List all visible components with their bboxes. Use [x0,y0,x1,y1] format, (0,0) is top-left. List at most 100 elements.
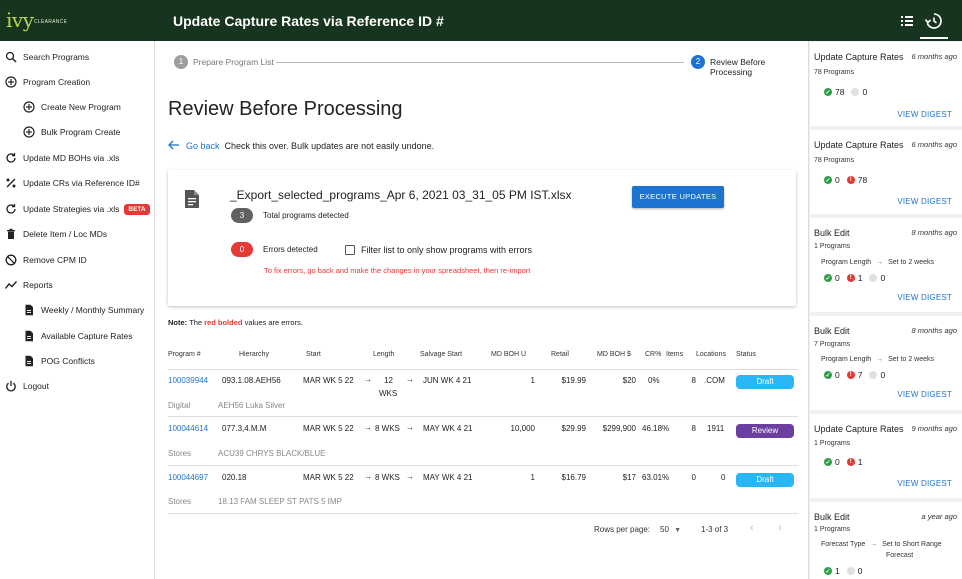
prev-page-icon[interactable]: ‹ [750,522,754,534]
error-icon: ! [846,458,855,466]
digest-time: 6 months ago [911,140,957,149]
md-boh-dollar-cell: $299,900 [602,424,636,433]
sidebar-item-label: Delete Item / Loc MDs [23,229,108,239]
col-header-cr-percent[interactable]: CR% [645,351,661,358]
digest-title: Update Capture Rates [814,140,904,150]
next-page-icon[interactable]: › [778,522,782,534]
rows-per-page-select[interactable]: 50 ▼ [660,525,681,534]
success-icon: ✓ [824,458,832,466]
program-id-link[interactable]: 100044697 [168,473,208,482]
error-count: 1 [857,457,863,467]
percent-icon [5,177,17,189]
ivy-clearance-logo[interactable]: ivy CLEARANCE [6,6,86,34]
sidebar-item-search-programs[interactable]: Search Programs [0,47,155,67]
length-cell: 8 WKS [375,424,400,433]
sidebar-item-label: Search Programs [23,52,90,62]
col-header-program[interactable]: Program # [168,351,201,358]
sidebar-item-label: Update MD BOHs via .xls [23,153,120,163]
digest-time: 8 months ago [911,326,957,335]
filter-errors-checkbox[interactable] [345,245,355,255]
arrow-right-icon: → [876,356,884,363]
execute-updates-button[interactable]: EXECUTE UPDATES [632,186,724,208]
page-title-bar: Update Capture Rates via Reference ID # [173,13,444,29]
list-icon[interactable] [896,10,918,32]
table-divider [168,416,798,417]
block-icon [5,254,17,266]
sidebar-item-remove-cpm-id[interactable]: Remove CPM ID [0,250,155,270]
sidebar-item-label: Update Strategies via .xls [23,204,120,214]
digest-program-count: 1 Programs [814,526,851,533]
length-unit-cell: WKS [379,389,398,398]
page-title: Review Before Processing [168,98,403,120]
col-header-md-boh-dollar[interactable]: MD BOH $ [597,351,631,358]
program-id-link[interactable]: 100044614 [168,424,208,433]
skipped-count: 0 [862,87,868,97]
start-cell: MAR WK 5 22 [303,424,354,433]
col-header-items[interactable]: Items [666,351,683,358]
logo-text: ivy [6,8,34,32]
arrow-right-icon: → [364,375,372,384]
sidebar-item-label: Remove CPM ID [23,255,87,265]
sidebar-item-program-creation[interactable]: Program Creation [0,72,155,92]
col-header-retail[interactable]: Retail [551,351,569,358]
view-digest-link[interactable]: VIEW DIGEST [897,479,952,488]
digest-card: Update Capture Rates 6 months ago 78 Pro… [810,130,962,214]
sidebar-item-update-strategies[interactable]: Update Strategies via .xls BETA [0,199,155,219]
document-icon [23,330,35,342]
sidebar-item-bulk-program-create[interactable]: Bulk Program Create [0,122,155,142]
arrow-back-icon[interactable] [168,140,180,152]
fix-errors-message: To fix errors, go back and make the chan… [264,266,531,275]
sidebar-item-reports[interactable]: Reports [0,275,155,295]
sidebar-item-weekly-monthly-summary[interactable]: Weekly / Monthly Summary [0,300,155,320]
digest-detail: Program Length → Set to 2 weeks [821,356,934,363]
skipped-count: 0 [880,273,886,283]
salvage-start-cell: MAY WK 4 21 [423,424,473,433]
sidebar-item-available-capture-rates[interactable]: Available Capture Rates [0,326,155,346]
stepper: 1 Prepare Program List 2 Review Before P… [172,55,802,77]
error-count-badge: 0 [231,242,253,257]
status-pill-review[interactable]: Review [736,424,794,438]
error-count: 78 [857,175,868,185]
col-header-md-boh-u[interactable]: MD BOH U [491,351,526,358]
col-header-length[interactable]: Length [373,351,394,358]
digest-title: Bulk Edit [814,512,850,522]
digest-program-count: 1 Programs [814,243,851,250]
sidebar-item-update-crs[interactable]: Update CRs via Reference ID# [0,173,155,193]
sidebar-item-logout[interactable]: Logout [0,376,155,396]
sidebar-item-pog-conflicts[interactable]: POG Conflicts [0,351,155,371]
digest-title: Bulk Edit [814,228,850,238]
filter-errors-label[interactable]: Filter list to only show programs with e… [361,245,532,255]
step-2-label: Review Before Processing [710,57,766,77]
refresh-icon [5,203,17,215]
sidebar-item-update-md-bohs[interactable]: Update MD BOHs via .xls [0,148,155,168]
view-digest-link[interactable]: VIEW DIGEST [897,390,952,399]
go-back-link[interactable]: Go back [186,141,220,151]
items-cell: 0 [691,473,696,482]
col-header-hierarchy[interactable]: Hierarchy [239,351,269,358]
uploaded-file-name: _Export_selected_programs_Apr 6, 2021 03… [230,188,572,202]
sidebar-item-create-new-program[interactable]: Create New Program [0,97,155,117]
success-icon: ✓ [824,371,832,379]
back-row: Go back Check this over. Bulk updates ar… [168,140,434,152]
program-id-link[interactable]: 100039944 [168,376,208,385]
status-pill-draft[interactable]: Draft [736,473,794,487]
view-digest-link[interactable]: VIEW DIGEST [897,293,952,302]
locations-cell: 1911 [707,424,725,433]
md-boh-dollar-cell: $20 [622,376,636,385]
sidebar-item-label: Reports [23,280,53,290]
view-digest-link[interactable]: VIEW DIGEST [897,197,952,206]
col-header-locations[interactable]: Locations [696,351,726,358]
history-icon[interactable] [923,10,945,32]
document-icon [23,355,35,367]
col-header-status[interactable]: Status [736,351,756,358]
col-header-start[interactable]: Start [306,351,321,358]
success-count: 0 [835,370,840,380]
sidebar-item-delete-item-loc-mds[interactable]: Delete Item / Loc MDs [0,224,155,244]
status-pill-draft[interactable]: Draft [736,375,794,389]
digest-counts: ✓ 0 ! 7 0 [824,370,892,380]
col-header-salvage-start[interactable]: Salvage Start [420,351,462,358]
view-digest-link[interactable]: VIEW DIGEST [897,110,952,119]
digest-counts: ✓ 0 ! 1 0 [824,273,892,283]
digest-card: Bulk Edit 8 months ago 1 Programs Progra… [810,218,962,312]
hierarchy-cell: 020.18 [222,473,247,482]
